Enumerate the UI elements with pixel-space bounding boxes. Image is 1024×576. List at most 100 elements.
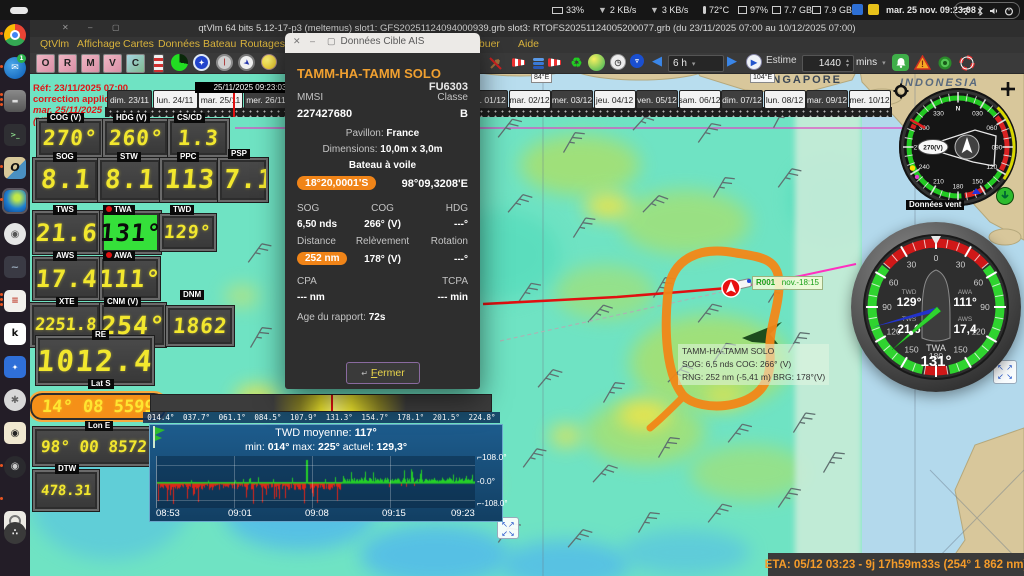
date-button-lun--24-11[interactable]: lun. 24/11 bbox=[153, 90, 198, 109]
tide-icon[interactable]: ▿ bbox=[630, 54, 644, 68]
awa-display[interactable]: 111° bbox=[100, 257, 160, 300]
wind-compass[interactable]: N030060090120150180210240270300330 270(V… bbox=[893, 82, 1023, 212]
sog-display[interactable]: 8.1 bbox=[33, 158, 99, 202]
lighthouse-icon[interactable] bbox=[153, 54, 164, 73]
rhythmbox-icon[interactable]: ◉ bbox=[4, 422, 26, 444]
files-icon[interactable]: ▬ bbox=[4, 90, 26, 112]
date-button-jeu--04-12[interactable]: jeu. 04/12 bbox=[594, 90, 636, 109]
waypoint-label[interactable]: R001 nov.-18:15 bbox=[752, 276, 823, 290]
date-button-ven--05-12[interactable]: ven. 05/12 bbox=[636, 90, 678, 109]
boat-marker[interactable] bbox=[722, 278, 752, 297]
recycle-icon[interactable]: ♻ bbox=[568, 54, 585, 71]
menu-qtvlm[interactable]: QtVlm bbox=[40, 38, 69, 50]
grib-display-button[interactable] bbox=[171, 54, 188, 71]
bulb-icon[interactable] bbox=[261, 54, 277, 70]
compass-blue-icon[interactable]: ✦ bbox=[193, 54, 210, 71]
chart-r-button[interactable]: R bbox=[58, 54, 77, 73]
dtw-display[interactable]: 478.31 bbox=[33, 470, 99, 511]
docviewer-icon[interactable]: ≡ bbox=[4, 290, 26, 312]
fermer-button[interactable]: ↵Fermer bbox=[346, 362, 420, 384]
twa-gauge[interactable]: 0303060609090120120150150180 TWD 129° TW… bbox=[851, 222, 1021, 392]
psp-display[interactable]: 7.1 bbox=[218, 158, 268, 202]
date-button-mer--03-12[interactable]: mer. 03/12 bbox=[551, 90, 593, 109]
menu-aide[interactable]: Aide bbox=[518, 38, 539, 50]
compass-gray-icon[interactable]: | bbox=[216, 54, 233, 71]
chart-c-button[interactable]: C bbox=[126, 54, 145, 73]
date-button-mar--09-12[interactable]: mar. 09/12 bbox=[806, 90, 848, 109]
aws-display[interactable]: 17.4 bbox=[33, 257, 100, 300]
menu-affichage[interactable]: Affichage bbox=[77, 38, 121, 50]
route-disabled-icon[interactable] bbox=[487, 54, 504, 71]
compass-needle-icon[interactable]: ➤ bbox=[238, 54, 255, 71]
vessel-type: Bateau à voile bbox=[297, 160, 468, 171]
tray-app-icon[interactable] bbox=[852, 4, 863, 15]
dialog-titlebar[interactable]: ✕ ‒ ▢ Données Cible AIS bbox=[285, 33, 480, 53]
svg-text:60: 60 bbox=[974, 278, 984, 288]
share-icon[interactable]: ∴ bbox=[4, 522, 26, 544]
estime-unit-select[interactable]: mins▾ bbox=[852, 55, 896, 70]
layers-icon[interactable] bbox=[530, 54, 547, 71]
activities-pill[interactable] bbox=[10, 7, 28, 14]
twa-display[interactable]: 131° bbox=[100, 211, 161, 254]
menu-cartes[interactable]: Cartes bbox=[123, 38, 154, 50]
stw-display[interactable]: 8.1 bbox=[98, 158, 162, 202]
tray-notify-icon[interactable] bbox=[868, 4, 879, 15]
tcpa-value: --- min bbox=[437, 292, 468, 303]
window-titlebar[interactable]: ✕ ‒ ▢ qtVlm 64 bits 5.12-17-p3 (meltemus… bbox=[30, 20, 1024, 37]
terminal-icon[interactable]: >_ bbox=[4, 124, 26, 146]
twd-display[interactable]: 129° bbox=[160, 214, 216, 251]
svg-text:30: 30 bbox=[907, 260, 917, 270]
target-button[interactable] bbox=[936, 54, 953, 71]
twd-history-panel[interactable]: TWD moyenne: 117° min: 014° max: 225° ac… bbox=[149, 424, 503, 522]
play-animation-button[interactable]: ▶ bbox=[746, 54, 762, 70]
system-tray[interactable] bbox=[954, 2, 1020, 19]
timeline-marker[interactable] bbox=[233, 89, 235, 117]
menu-donnees[interactable]: Données bbox=[158, 38, 200, 50]
windsock-icon[interactable] bbox=[512, 58, 525, 67]
mmsi-label: MMSI bbox=[297, 92, 323, 103]
date-button-mar--02-12[interactable]: mar. 02/12 bbox=[509, 90, 551, 109]
menu-routages[interactable]: Routages bbox=[240, 38, 285, 50]
menu-bateau[interactable]: Bateau bbox=[203, 38, 236, 50]
xygrib-icon[interactable]: ◉ bbox=[4, 223, 26, 245]
speaker-icon[interactable]: ◉ bbox=[4, 456, 26, 478]
globe-icon[interactable] bbox=[588, 54, 605, 71]
windsock2-icon[interactable] bbox=[548, 58, 561, 67]
tws-display[interactable]: 21.6 bbox=[33, 211, 100, 254]
qtvlm-icon[interactable] bbox=[4, 190, 26, 212]
window-close-icon[interactable]: ✕ bbox=[62, 23, 69, 32]
date-button-mer--10-12[interactable]: mer. 10/12 bbox=[849, 90, 891, 109]
monitor-icon[interactable]: ~ bbox=[4, 256, 26, 278]
dimensions-value: 10,0m x 3,0m bbox=[380, 144, 442, 155]
ais-target-info: TAMM-HA-TAMM SOLO SOG: 6,5 nds COG: 266°… bbox=[678, 344, 829, 385]
chrome-icon[interactable] bbox=[4, 24, 26, 46]
estime-spinbox[interactable]: 1440▴▾ bbox=[802, 55, 854, 72]
window-minimize-icon[interactable]: ‒ bbox=[88, 23, 92, 32]
x-tick-1: 09:01 bbox=[228, 508, 252, 519]
date-button-lun--08-12[interactable]: lun. 08/12 bbox=[764, 90, 806, 109]
baro-display[interactable]: 1012.4 bbox=[36, 336, 154, 385]
thunderbird-icon[interactable]: ✉1 bbox=[4, 57, 26, 79]
lon-display[interactable]: 98° 00 8572 bbox=[33, 427, 155, 466]
time-back-button[interactable]: ◀ bbox=[652, 53, 662, 69]
notes-icon[interactable]: ✦ bbox=[4, 356, 26, 378]
kiwix-icon[interactable]: k bbox=[4, 323, 26, 345]
chart-o-button[interactable]: O bbox=[36, 54, 55, 73]
time-step-select[interactable]: 6 h▾ bbox=[668, 55, 724, 72]
clock-icon[interactable]: ◷ bbox=[610, 54, 626, 70]
opencpn-icon[interactable]: O bbox=[4, 157, 26, 179]
window-maximize-icon[interactable]: ▢ bbox=[112, 23, 120, 32]
dnm-display[interactable]: 1862 bbox=[166, 306, 234, 346]
date-button-dim--07-12[interactable]: dim. 07/12 bbox=[721, 90, 763, 109]
time-forward-button[interactable]: ▶ bbox=[727, 53, 737, 69]
chart-m-button[interactable]: M bbox=[81, 54, 100, 73]
settings-icon[interactable]: ✱ bbox=[4, 389, 26, 411]
alarm-bell-button[interactable] bbox=[892, 54, 909, 71]
dock-indicator-dot bbox=[0, 464, 3, 467]
mob-lifebuoy-button[interactable] bbox=[958, 54, 975, 71]
ppc-display[interactable]: 113 bbox=[160, 158, 220, 202]
date-button-sam--06-12[interactable]: sam. 06/12 bbox=[679, 90, 721, 109]
date-button-dim--23-11[interactable]: dim. 23/11 bbox=[107, 90, 152, 109]
chart-v-button[interactable]: V bbox=[103, 54, 122, 73]
warning-button[interactable]: ! bbox=[914, 54, 931, 71]
